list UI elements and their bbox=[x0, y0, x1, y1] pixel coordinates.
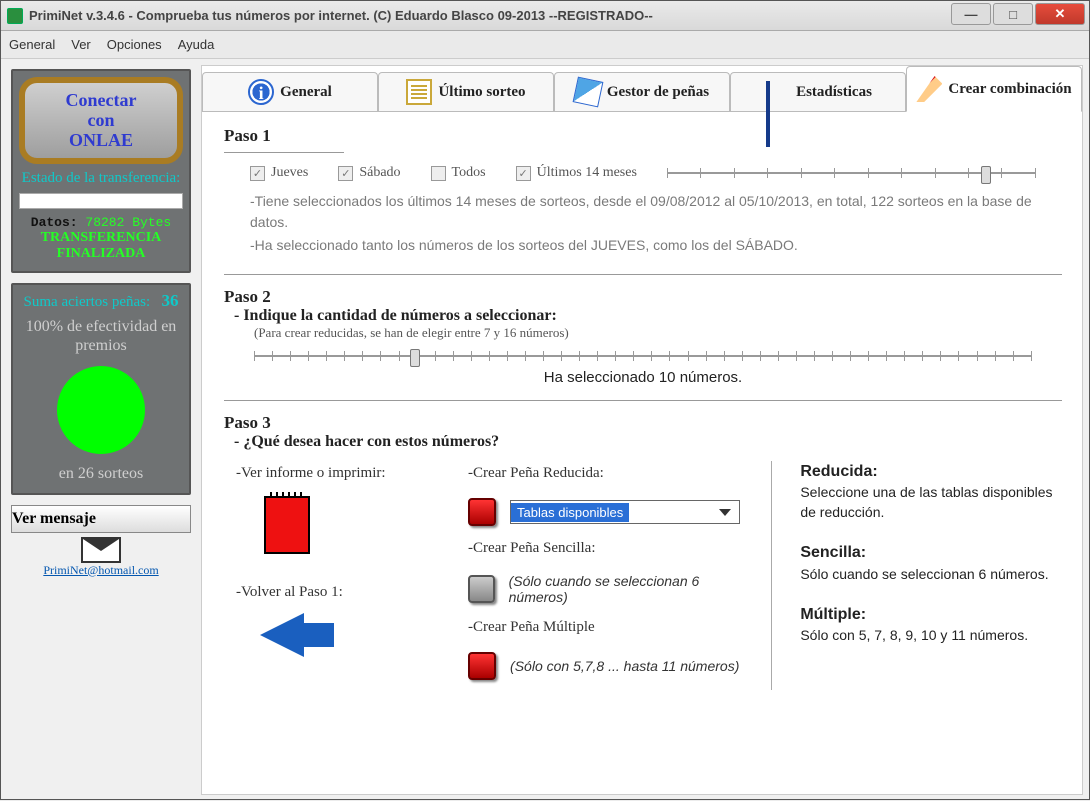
connect-line2: con bbox=[31, 111, 171, 131]
step3-title: Paso 3 bbox=[224, 413, 1062, 433]
main-panel: General Último sorteo Gestor de peñas Es… bbox=[201, 65, 1083, 795]
step1-note2: -Ha seleccionado tanto los números de lo… bbox=[224, 233, 1062, 256]
ver-informe-label: -Ver informe o imprimir: bbox=[236, 465, 432, 482]
tab-ultimo-sorteo[interactable]: Último sorteo bbox=[378, 72, 554, 111]
connect-line1: Conectar bbox=[31, 91, 171, 111]
volver-label: -Volver al Paso 1: bbox=[236, 584, 432, 601]
step1-note1: -Tiene seleccionados los últimos 14 mese… bbox=[224, 181, 1062, 233]
help-reducida-text: Seleccione una de las tablas disponibles… bbox=[800, 484, 1052, 520]
notebook-icon[interactable] bbox=[264, 496, 310, 554]
step3-subtitle: - ¿Qué desea hacer con estos números? bbox=[224, 433, 1062, 451]
divider bbox=[224, 274, 1062, 275]
menu-ayuda[interactable]: Ayuda bbox=[178, 37, 215, 52]
step2-selected-label: Ha seleccionado 10 números. bbox=[224, 369, 1062, 386]
step1-controls: ✓Jueves ✓Sábado Todos ✓Últimos 14 meses bbox=[224, 165, 1062, 181]
document-icon bbox=[406, 79, 432, 105]
sorteos-label: en 26 sorteos bbox=[19, 464, 183, 483]
minimize-button[interactable]: — bbox=[951, 3, 991, 25]
tab-label: Crear combinación bbox=[948, 81, 1071, 98]
checkbox-ultimos14[interactable]: ✓Últimos 14 meses bbox=[516, 165, 637, 181]
step1-slider[interactable] bbox=[667, 172, 1036, 174]
connect-onlae-button[interactable]: Conectar con ONLAE bbox=[19, 77, 183, 164]
transfer-state-label: Estado de la transferencia: bbox=[19, 170, 183, 187]
help-multiple-text: Sólo con 5, 7, 8, 9, 10 y 11 números. bbox=[800, 627, 1028, 643]
divider bbox=[224, 152, 344, 153]
title-bar[interactable]: PrimiNet v.3.4.6 - Comprueba tus números… bbox=[1, 1, 1089, 31]
help-reducida-title: Reducida: bbox=[800, 463, 877, 480]
step2-slider[interactable] bbox=[254, 355, 1032, 357]
tab-label: Estadísticas bbox=[796, 84, 872, 101]
help-multiple-title: Múltiple: bbox=[800, 606, 866, 623]
sencilla-note: (Sólo cuando se seleccionan 6 números) bbox=[509, 573, 748, 605]
tablas-dropdown[interactable]: Tablas disponibles bbox=[510, 500, 740, 524]
mail-icon[interactable] bbox=[81, 537, 121, 563]
suma-label: Suma aciertos peñas: 36 bbox=[19, 291, 183, 311]
chevron-down-icon bbox=[719, 509, 731, 516]
info-icon bbox=[248, 79, 274, 105]
ver-mensaje-button[interactable]: Ver mensaje bbox=[11, 505, 191, 533]
menu-opciones[interactable]: Opciones bbox=[107, 37, 162, 52]
menu-bar: General Ver Opciones Ayuda bbox=[1, 31, 1089, 59]
efectividad-label: 100% de efectividad en premios bbox=[19, 317, 183, 355]
slider-knob[interactable] bbox=[981, 166, 991, 184]
cards-icon bbox=[572, 77, 603, 108]
transfer-complete-label: TRANSFERENCIA FINALIZADA bbox=[19, 230, 183, 261]
crear-multiple-label: -Crear Peña Múltiple bbox=[468, 619, 747, 636]
app-window: PrimiNet v.3.4.6 - Comprueba tus números… bbox=[0, 0, 1090, 800]
tab-general[interactable]: General bbox=[202, 72, 378, 111]
close-button[interactable]: ✕ bbox=[1035, 3, 1085, 25]
checkbox-sabado[interactable]: ✓Sábado bbox=[338, 165, 400, 181]
multiple-note: (Sólo con 5,7,8 ... hasta 11 números) bbox=[510, 658, 739, 674]
step2-title: Paso 2 bbox=[224, 287, 1062, 307]
crear-sencilla-button[interactable] bbox=[468, 575, 495, 603]
tab-estadisticas[interactable]: Estadísticas bbox=[730, 72, 906, 111]
crear-sencilla-label: -Crear Peña Sencilla: bbox=[468, 540, 747, 557]
back-arrow-icon[interactable] bbox=[260, 613, 304, 657]
pencil-icon bbox=[916, 76, 942, 102]
green-indicator-icon bbox=[57, 366, 145, 454]
help-sencilla-text: Sólo cuando se seleccionan 6 números. bbox=[800, 566, 1048, 582]
transfer-progress bbox=[19, 193, 183, 209]
crear-reducida-label: -Crear Peña Reducida: bbox=[468, 465, 747, 482]
stats-panel: Suma aciertos peñas: 36 100% de efectivi… bbox=[11, 283, 191, 495]
checkbox-jueves[interactable]: ✓Jueves bbox=[250, 165, 308, 181]
step2-subtitle: - Indique la cantidad de números a selec… bbox=[224, 307, 1062, 325]
tab-content: Paso 1 ✓Jueves ✓Sábado Todos ✓Últimos 14… bbox=[202, 112, 1082, 794]
crear-multiple-button[interactable] bbox=[468, 652, 496, 680]
dropdown-selected: Tablas disponibles bbox=[511, 503, 629, 522]
connect-panel: Conectar con ONLAE Estado de la transfer… bbox=[11, 69, 191, 273]
sidebar: Conectar con ONLAE Estado de la transfer… bbox=[1, 59, 201, 801]
contact-email[interactable]: PrimiNet@hotmail.com bbox=[11, 563, 191, 578]
tabstrip: General Último sorteo Gestor de peñas Es… bbox=[202, 66, 1082, 112]
tab-label: Gestor de peñas bbox=[607, 84, 709, 101]
app-icon bbox=[7, 8, 23, 24]
maximize-button[interactable]: □ bbox=[993, 3, 1033, 25]
help-sencilla-title: Sencilla: bbox=[800, 544, 866, 561]
tab-gestor-penas[interactable]: Gestor de peñas bbox=[554, 72, 730, 111]
data-bytes-line: Datos: 78282 Bytes bbox=[19, 215, 183, 230]
step1-title: Paso 1 bbox=[224, 126, 1062, 146]
tab-crear-combinacion[interactable]: Crear combinación bbox=[906, 66, 1082, 112]
menu-general[interactable]: General bbox=[9, 37, 55, 52]
window-title: PrimiNet v.3.4.6 - Comprueba tus números… bbox=[29, 8, 653, 23]
step3-help-panel: Reducida: Seleccione una de las tablas d… bbox=[771, 461, 1062, 690]
menu-ver[interactable]: Ver bbox=[71, 37, 91, 52]
divider bbox=[224, 400, 1062, 401]
slider-knob[interactable] bbox=[410, 349, 420, 367]
tab-label: General bbox=[280, 84, 332, 101]
step2-hint: (Para crear reducidas, se han de elegir … bbox=[224, 325, 1062, 341]
tab-label: Último sorteo bbox=[438, 84, 525, 101]
bars-icon bbox=[764, 79, 790, 105]
connect-line3: ONLAE bbox=[31, 131, 171, 151]
suma-value: 36 bbox=[161, 291, 178, 310]
crear-reducida-button[interactable] bbox=[468, 498, 496, 526]
checkbox-todos[interactable]: Todos bbox=[431, 165, 486, 181]
